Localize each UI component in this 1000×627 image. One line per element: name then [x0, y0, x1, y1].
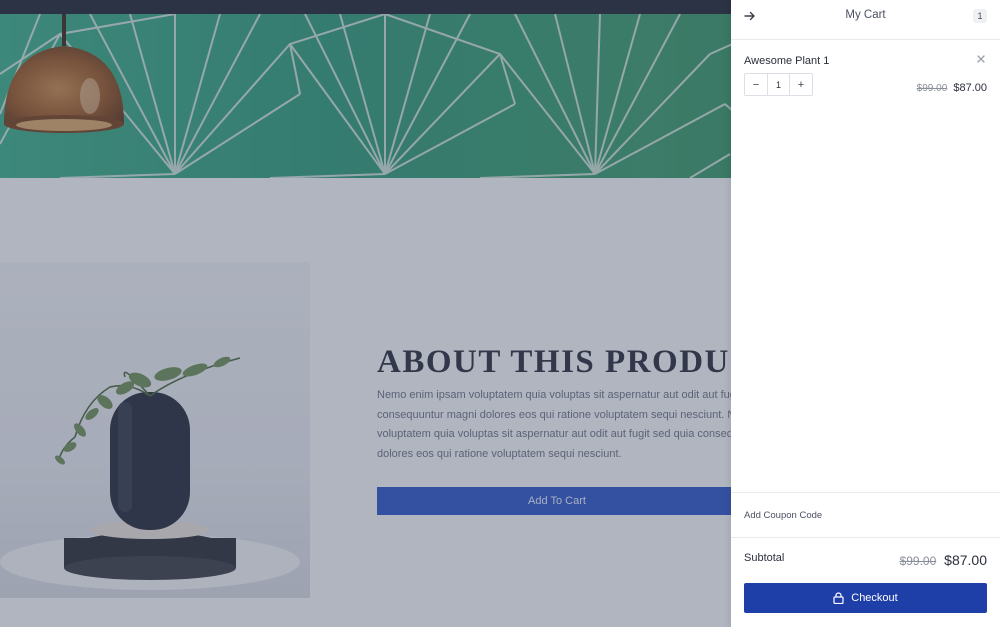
coupon-section[interactable]: Add Coupon Code — [731, 492, 1000, 538]
cart-drawer: My Cart 1 Awesome Plant 1 − 1 + $99.00 $… — [731, 0, 1000, 627]
subtotal-original-price: $99.00 — [899, 554, 937, 568]
checkout-button[interactable]: Checkout — [744, 583, 987, 613]
quantity-value[interactable]: 1 — [767, 74, 790, 95]
increase-quantity-button[interactable]: + — [790, 74, 812, 95]
cart-item-name: Awesome Plant 1 — [744, 55, 830, 67]
decrease-quantity-button[interactable]: − — [745, 74, 767, 95]
original-price: $99.00 — [916, 83, 948, 94]
quantity-stepper: − 1 + — [744, 73, 813, 96]
sale-price: $87.00 — [953, 82, 987, 94]
checkout-label: Checkout — [851, 592, 898, 604]
cart-header: My Cart 1 — [731, 0, 1000, 40]
lock-icon — [833, 592, 844, 604]
close-icon[interactable] — [975, 53, 987, 65]
subtotal-sale-price: $87.00 — [944, 552, 987, 568]
cart-item-price: $99.00 $87.00 — [917, 82, 987, 94]
subtotal-label: Subtotal — [744, 552, 785, 564]
cart-title: My Cart — [845, 9, 886, 21]
subtotal-price: $99.00 $87.00 — [900, 552, 987, 568]
add-coupon-link[interactable]: Add Coupon Code — [744, 510, 822, 521]
cart-count-badge: 1 — [973, 9, 987, 23]
